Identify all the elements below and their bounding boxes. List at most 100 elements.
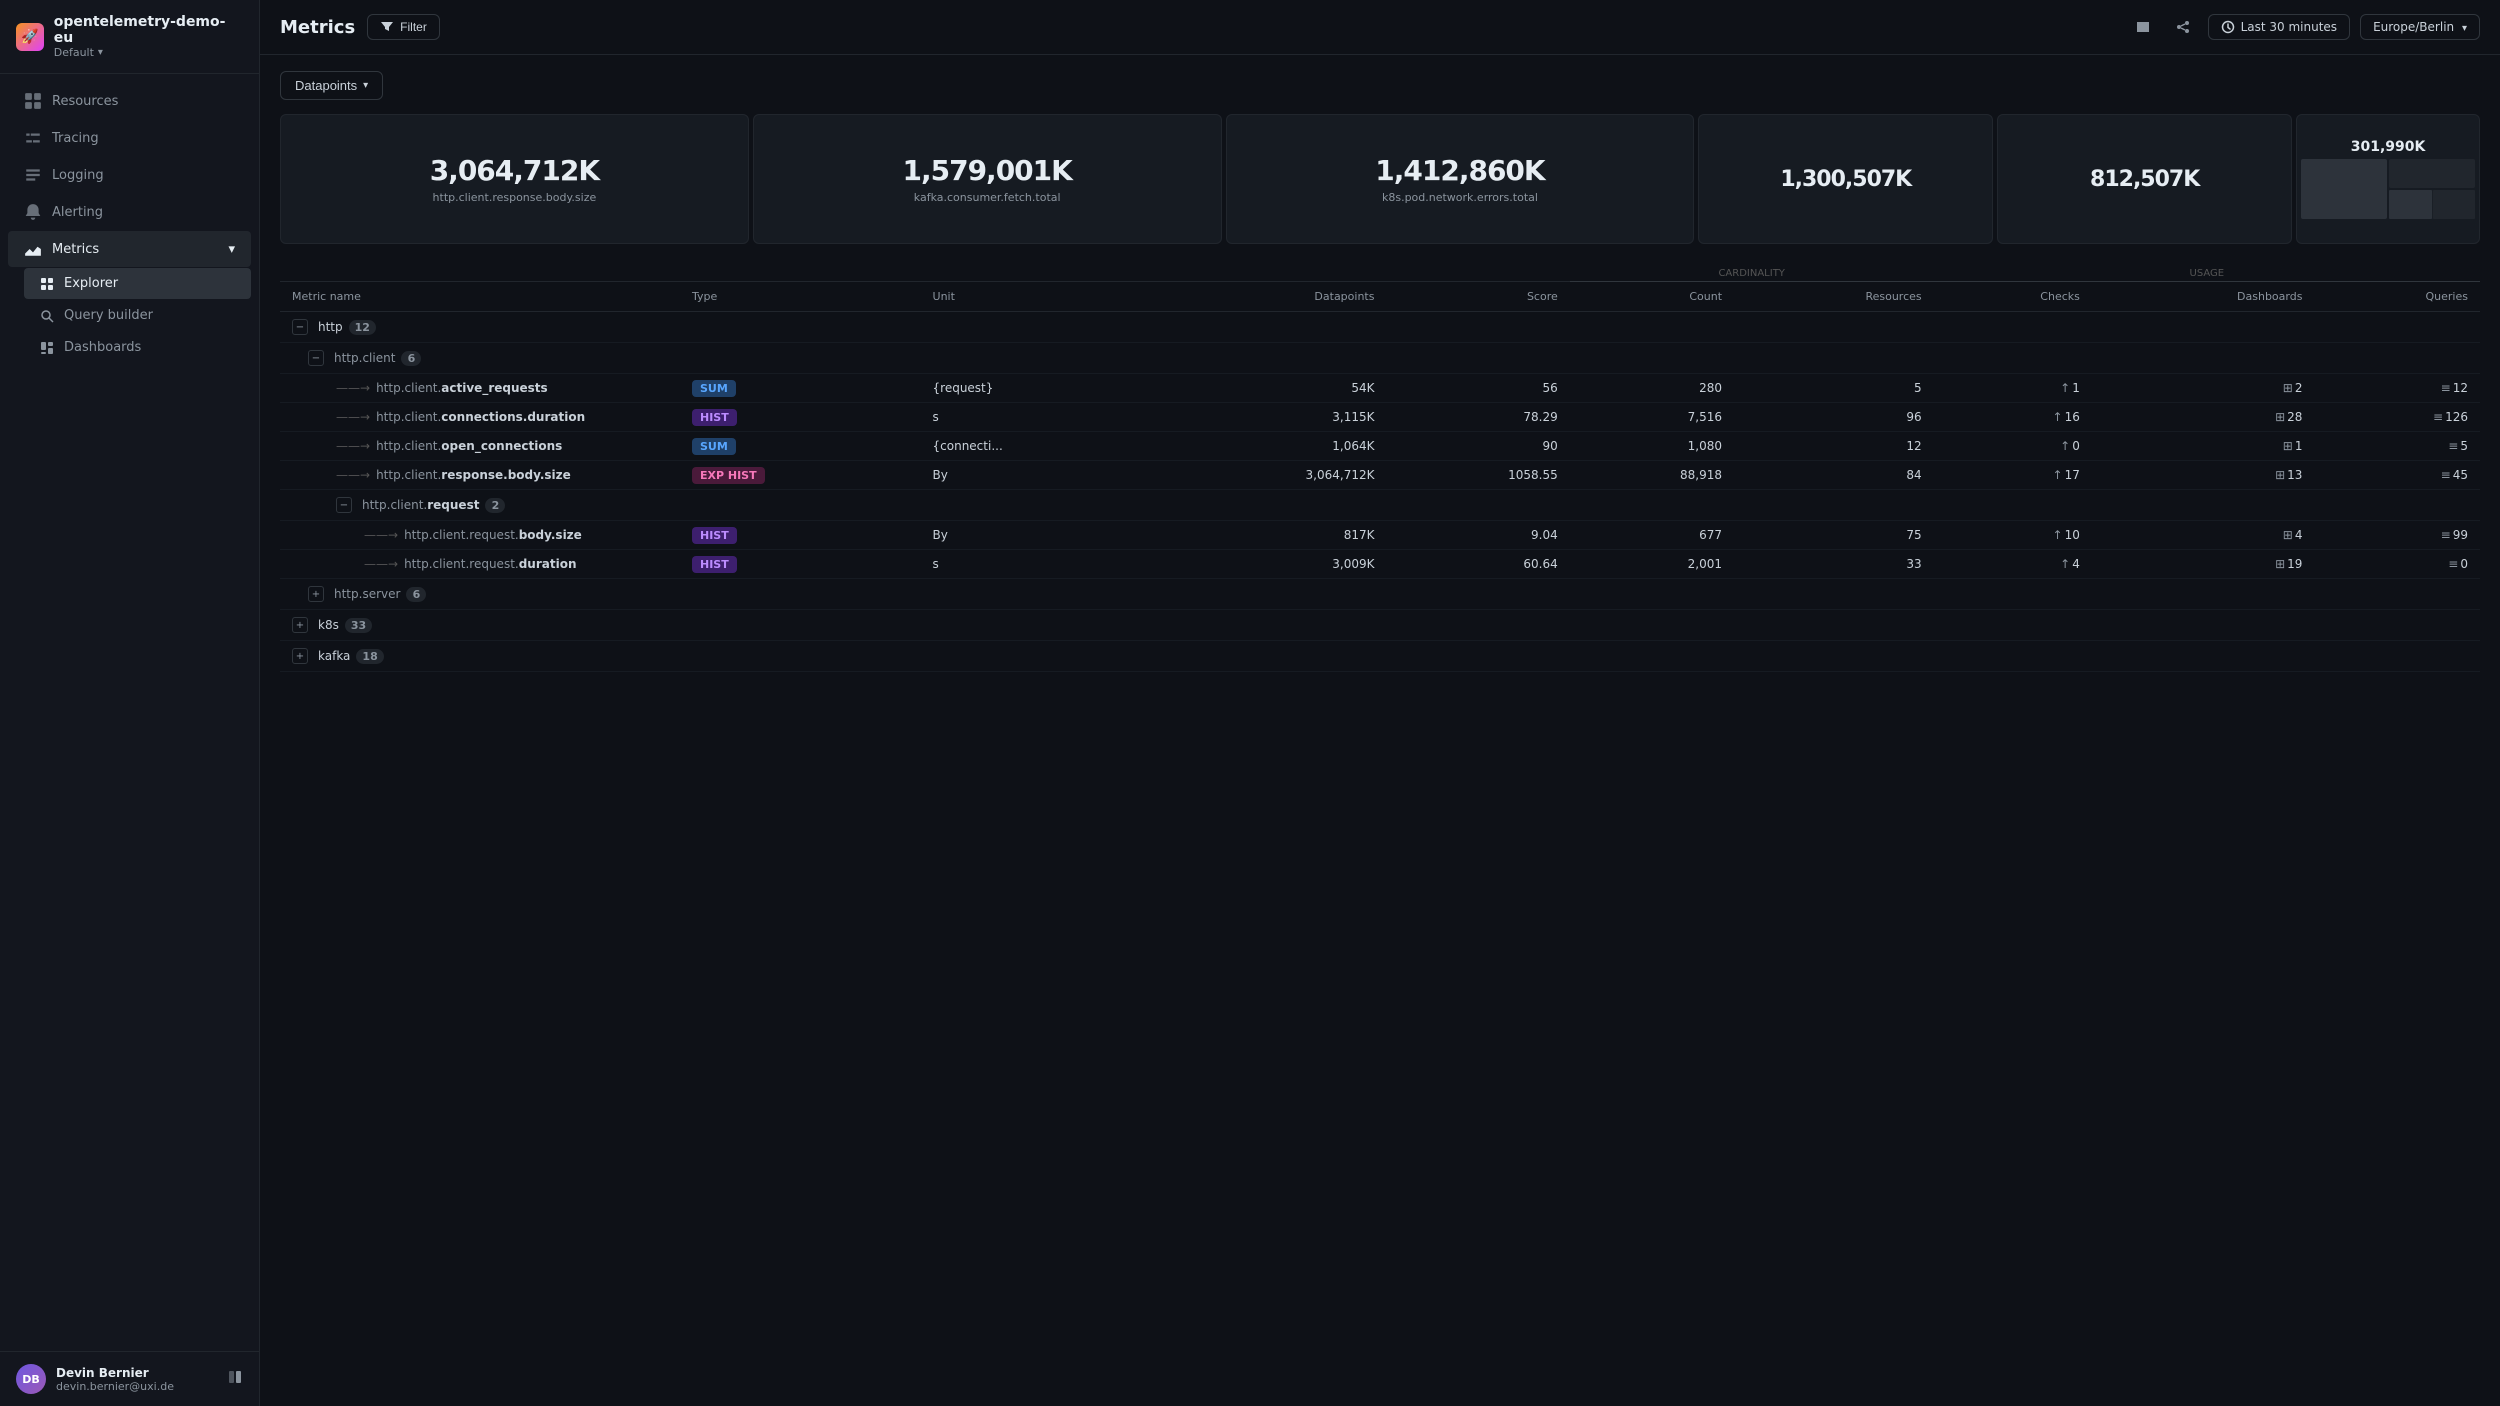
metric-name-1: kafka.consumer.fetch.total: [914, 191, 1061, 204]
metric-name-active-requests: ——→ http.client.active_requests: [280, 374, 680, 403]
th-resources: Resources: [1734, 282, 1934, 312]
metric-unit-open-connections: {connecti...: [921, 432, 1156, 461]
group-http-cell: − http 12: [280, 312, 2480, 343]
time-range-label: Last 30 minutes: [2241, 20, 2337, 34]
metric-dashboards-request-body-size: ⊞4: [2092, 521, 2315, 550]
metric-cards-row: 3,064,712K http.client.response.body.siz…: [280, 114, 2480, 244]
kafka-expand-icon[interactable]: +: [292, 648, 308, 664]
metric-card-2[interactable]: 1,412,860K k8s.pod.network.errors.total: [1226, 114, 1695, 244]
metric-card-5[interactable]: 301,990K: [2296, 114, 2480, 244]
metric-type-open-connections: SUM: [680, 432, 921, 461]
tracing-icon: [24, 129, 42, 147]
explorer-label: Explorer: [64, 276, 118, 291]
group-k8s-header: + k8s 33: [292, 617, 2468, 633]
metric-queries-response-body-size: ≡45: [2314, 461, 2480, 490]
sidebar-item-explorer[interactable]: Explorer: [24, 268, 251, 299]
metric-checks-connections-duration: ↑16: [1934, 403, 2092, 432]
time-range-selector[interactable]: Last 30 minutes: [2208, 14, 2350, 40]
page-title: Metrics: [280, 17, 355, 38]
table-row[interactable]: ——→ http.client.open_connections SUM {co…: [280, 432, 2480, 461]
metric-count-connections-duration: 7,516: [1570, 403, 1734, 432]
table-group-header-row: CARDINALITY USAGE: [280, 260, 2480, 282]
sidebar-footer: DB Devin Bernier devin.bernier@uxi.de: [0, 1351, 259, 1406]
table-row[interactable]: ——→ http.client.response.body.size EXP H…: [280, 461, 2480, 490]
table-row[interactable]: + http.server 6: [280, 579, 2480, 610]
http-server-expand-icon[interactable]: +: [308, 586, 324, 602]
metric-queries-connections-duration: ≡126: [2314, 403, 2480, 432]
sidebar-item-query-builder[interactable]: Query builder: [24, 300, 251, 331]
table-row[interactable]: − http 12: [280, 312, 2480, 343]
share-button[interactable]: [2168, 12, 2198, 42]
th-unit: Unit: [921, 282, 1156, 312]
metrics-subnav: Explorer Query builder Dashboards: [0, 268, 259, 363]
metric-card-0[interactable]: 3,064,712K http.client.response.body.siz…: [280, 114, 749, 244]
env-selector[interactable]: Default ▾: [54, 46, 243, 59]
logging-icon: [24, 166, 42, 184]
metric-score-open-connections: 90: [1386, 432, 1569, 461]
metric-resources-request-duration: 33: [1734, 550, 1934, 579]
metric-resources-connections-duration: 96: [1734, 403, 1934, 432]
metric-value-4: 812,507K: [2090, 167, 2199, 192]
sidebar-item-tracing[interactable]: Tracing: [8, 120, 251, 156]
metric-name-2: k8s.pod.network.errors.total: [1382, 191, 1538, 204]
timezone-selector[interactable]: Europe/Berlin ▾: [2360, 14, 2480, 40]
metric-resources-request-body-size: 75: [1734, 521, 1934, 550]
metric-type-request-body-size: HIST: [680, 521, 921, 550]
th-count: Count: [1570, 282, 1734, 312]
filter-label: Filter: [400, 20, 427, 34]
datapoints-button[interactable]: Datapoints ▾: [280, 71, 383, 100]
group-http-server-header: + http.server 6: [308, 586, 2468, 602]
sidebar-item-resources[interactable]: Resources: [8, 83, 251, 119]
app-logo: 🚀: [16, 23, 44, 51]
metric-type-request-duration: HIST: [680, 550, 921, 579]
table-row[interactable]: ——→ http.client.request.body.size HIST B…: [280, 521, 2480, 550]
group-http-header: − http 12: [292, 319, 2468, 335]
sidebar-item-metrics[interactable]: Metrics ▾: [8, 231, 251, 267]
group-http-client-name: http.client: [334, 351, 395, 365]
query-builder-icon: [40, 309, 54, 323]
http-collapse-icon[interactable]: −: [292, 319, 308, 335]
th-dashboards: Dashboards: [2092, 282, 2315, 312]
tz-chevron-icon: ▾: [2462, 23, 2467, 34]
metric-card-3[interactable]: 1,300,507K: [1698, 114, 1993, 244]
clock-icon: [2221, 20, 2235, 34]
group-kafka-cell: + kafka 18: [280, 641, 2480, 672]
metric-dashboards-active-requests: ⊞2: [2092, 374, 2315, 403]
terminal-button[interactable]: [2128, 12, 2158, 42]
http-client-request-collapse-icon[interactable]: −: [336, 497, 352, 513]
filter-button[interactable]: Filter: [367, 14, 440, 40]
table-row[interactable]: + kafka 18: [280, 641, 2480, 672]
metric-score-request-duration: 60.64: [1386, 550, 1569, 579]
table-row[interactable]: ——→ http.client.active_requests SUM {req…: [280, 374, 2480, 403]
th-usage-group: USAGE: [1934, 260, 2480, 282]
k8s-expand-icon[interactable]: +: [292, 617, 308, 633]
sidebar-item-logging[interactable]: Logging: [8, 157, 251, 193]
group-http-client-header: − http.client 6: [308, 350, 2468, 366]
sidebar-item-alerting[interactable]: Alerting: [8, 194, 251, 230]
sidebar-collapse-icon[interactable]: [227, 1369, 243, 1389]
metric-count-request-duration: 2,001: [1570, 550, 1734, 579]
metric-datapoints-active-requests: 54K: [1155, 374, 1386, 403]
sidebar-item-dashboards[interactable]: Dashboards: [24, 332, 251, 363]
treemap-cell-2: [2389, 190, 2475, 219]
table-row[interactable]: ——→ http.client.connections.duration HIS…: [280, 403, 2480, 432]
http-client-collapse-icon[interactable]: −: [308, 350, 324, 366]
group-k8s-name: k8s: [318, 618, 339, 632]
table-row[interactable]: ——→ http.client.request.duration HIST s …: [280, 550, 2480, 579]
th-type: Type: [680, 282, 921, 312]
table-row[interactable]: − http.client 6: [280, 343, 2480, 374]
table-row[interactable]: + k8s 33: [280, 610, 2480, 641]
group-http-client-cell: − http.client 6: [280, 343, 2480, 374]
metric-datapoints-connections-duration: 3,115K: [1155, 403, 1386, 432]
metric-count-open-connections: 1,080: [1570, 432, 1734, 461]
metric-resources-response-body-size: 84: [1734, 461, 1934, 490]
metric-card-1[interactable]: 1,579,001K kafka.consumer.fetch.total: [753, 114, 1222, 244]
dashboards-label: Dashboards: [64, 340, 141, 355]
filter-icon: [380, 20, 394, 34]
metric-checks-response-body-size: ↑17: [1934, 461, 2092, 490]
metric-card-4[interactable]: 812,507K: [1997, 114, 2292, 244]
table-row[interactable]: − http.client.request 2: [280, 490, 2480, 521]
sidebar-item-logging-label: Logging: [52, 168, 104, 183]
metric-checks-request-body-size: ↑10: [1934, 521, 2092, 550]
metric-resources-open-connections: 12: [1734, 432, 1934, 461]
